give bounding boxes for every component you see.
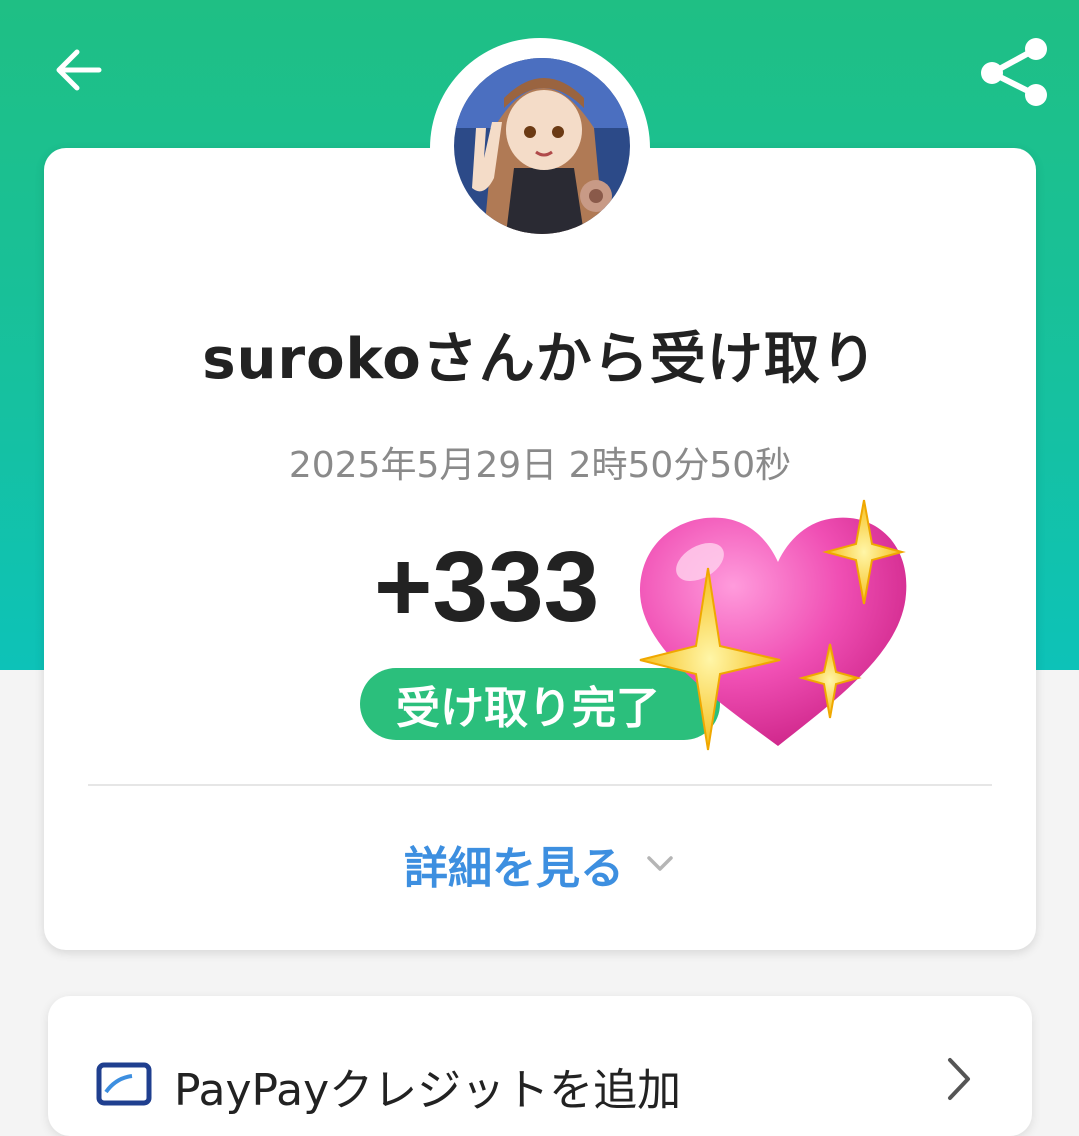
sparkling-heart-icon (630, 496, 920, 756)
page-title: surokoさんから受け取り (202, 327, 878, 392)
chevron-right-icon (948, 1058, 970, 1100)
avatar[interactable] (454, 58, 630, 234)
back-button[interactable] (48, 40, 108, 100)
transaction-amount: +333 (374, 531, 600, 643)
add-paypay-credit-row[interactable]: PayPayクレジットを追加 (48, 1040, 1032, 1120)
divider (88, 784, 992, 786)
arrow-left-icon (56, 49, 102, 91)
transaction-timestamp: 2025年5月29日 2時50分50秒 (288, 445, 792, 486)
share-button[interactable] (972, 32, 1056, 112)
status-badge-label: 受け取り完了 (396, 683, 660, 734)
view-details-label: 詳細を見る (404, 843, 624, 894)
credit-card-icon (96, 1062, 152, 1106)
add-paypay-credit-label: PayPayクレジットを追加 (174, 1065, 682, 1116)
view-details-link[interactable]: 詳細を見る (404, 834, 674, 894)
share-icon (981, 38, 1047, 106)
chevron-down-icon (647, 856, 673, 871)
